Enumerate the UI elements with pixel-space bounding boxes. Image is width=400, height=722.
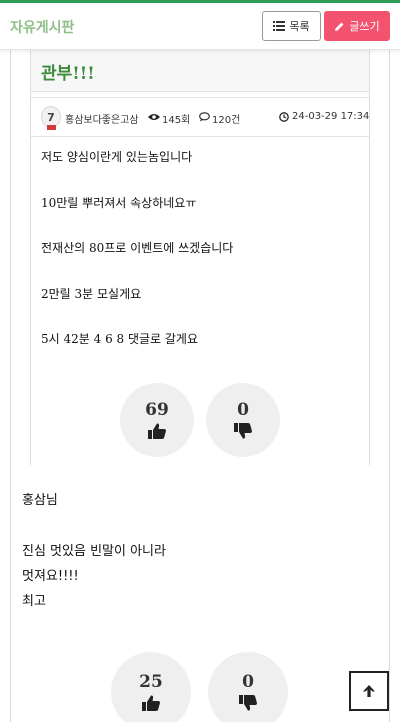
comment-like-button[interactable]: 25: [111, 652, 191, 722]
author-name[interactable]: 홍삼보다좋은고삼: [65, 111, 139, 126]
content-border-left: [10, 50, 11, 722]
post-body-line: 저도 양심이란게 있는놈입니다: [41, 150, 193, 164]
write-button[interactable]: 글쓰기: [324, 11, 390, 41]
thumbs-down-icon: [239, 695, 257, 711]
post-like-count: 69: [145, 400, 169, 420]
post-title: 관부!!!: [41, 64, 95, 84]
post-date: 24-03-29 17:34: [292, 111, 370, 122]
clock-icon: [279, 112, 289, 122]
post-dislike-button[interactable]: 0: [206, 383, 280, 457]
list-button-label: 목록: [289, 20, 310, 33]
author-level: 7: [47, 110, 55, 124]
eye-icon: [148, 114, 160, 120]
comment-line: 진심 멋있음 빈말이 아니라: [22, 544, 166, 559]
board-title[interactable]: 자유게시판: [10, 17, 74, 37]
comment-line: 홍삼님: [22, 493, 58, 508]
arrow-up-icon: [363, 685, 375, 697]
thumbs-up-icon: [148, 423, 166, 439]
post-body-line: 전재산의 80프로 이벤트에 쓰겠습니다: [41, 241, 234, 255]
list-button[interactable]: 목록: [262, 11, 321, 41]
post-meta: 7 홍삼보다좋은고삼 145회 120건 24-03-29 17:34: [31, 97, 369, 137]
post-like-button[interactable]: 69: [120, 383, 194, 457]
post-box: 관부!!! 7 홍삼보다좋은고삼 145회 120건 24-03-29 17:3…: [30, 50, 370, 465]
post-dislike-count: 0: [237, 400, 249, 420]
comment-line: 멋져요!!!!: [22, 569, 79, 584]
view-count: 145회: [162, 115, 191, 126]
avatar[interactable]: 7: [41, 106, 61, 130]
scroll-to-top-button[interactable]: [349, 671, 389, 711]
comment-count: 120건: [212, 115, 241, 126]
post-body-line: 2만릴 3분 모실게요: [41, 286, 142, 301]
comment-like-count: 25: [139, 672, 163, 692]
speech-bubble-icon: [199, 112, 210, 122]
pencil-icon: [335, 22, 344, 31]
post-title-bar: 관부!!!: [31, 50, 369, 92]
post-body-line: 10만릴 뿌러져서 속상하네요ㅠ: [41, 195, 197, 210]
header-bar: 자유게시판 목록 글쓰기: [0, 3, 400, 50]
write-button-label: 글쓰기: [349, 20, 380, 33]
content-border-right: [389, 50, 390, 722]
thumbs-up-icon: [142, 695, 160, 711]
post-body-line: 5시 42분 4 6 8 댓글로 갈게요: [41, 332, 199, 346]
list-icon: [273, 21, 286, 31]
comment-blank-line: [22, 517, 382, 543]
comment-line: 최고: [22, 594, 46, 609]
comment: 홍삼님 진심 멋있음 빈말이 아니라 멋져요!!!! 최고: [22, 492, 382, 618]
comment-dislike-button[interactable]: 0: [208, 652, 288, 722]
thumbs-down-icon: [234, 423, 252, 439]
comment-dislike-count: 0: [242, 672, 254, 692]
post-body: 저도 양심이란게 있는놈입니다 10만릴 뿌러져서 속상하네요ㅠ 전재산의 80…: [41, 150, 361, 378]
